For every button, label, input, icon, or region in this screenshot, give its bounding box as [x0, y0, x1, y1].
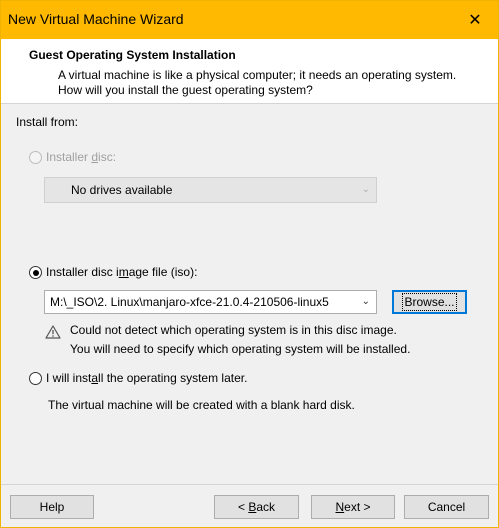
installer-disc-label: Installer disc:	[46, 150, 117, 164]
installer-iso-label: Installer disc image file (iso):	[46, 265, 198, 279]
next-button[interactable]: Next >	[311, 495, 395, 519]
back-button[interactable]: < Back	[214, 495, 299, 519]
window-title: New Virtual Machine Wizard	[8, 11, 184, 27]
chevron-down-icon: ⌄	[361, 295, 370, 307]
install-later-label: I will install the operating system late…	[46, 371, 248, 385]
cancel-button[interactable]: Cancel	[404, 495, 489, 519]
disc-drive-dropdown[interactable]: No drives available ⌄	[44, 177, 377, 203]
page-title: Guest Operating System Installation	[29, 48, 236, 62]
installer-iso-radio[interactable]	[29, 266, 42, 279]
page-description: A virtual machine is like a physical com…	[58, 68, 457, 97]
installer-disc-radio[interactable]	[29, 151, 42, 164]
wizard-body: Install from: Installer disc: No drives …	[1, 104, 498, 484]
warning-line-1: Could not detect which operating system …	[70, 323, 397, 337]
close-button[interactable]: ✕	[452, 1, 498, 39]
install-later-radio[interactable]	[29, 372, 42, 385]
chevron-down-icon: ⌄	[361, 183, 370, 195]
iso-path-value: M:\_ISO\2. Linux\manjaro-xfce-21.0.4-210…	[50, 295, 329, 309]
disc-drive-value: No drives available	[71, 183, 173, 197]
install-later-description: The virtual machine will be created with…	[48, 398, 355, 412]
footer-divider	[1, 484, 498, 485]
title-bar: New Virtual Machine Wizard ✕	[1, 1, 498, 39]
warning-icon	[45, 325, 61, 339]
iso-path-combobox[interactable]: M:\_ISO\2. Linux\manjaro-xfce-21.0.4-210…	[44, 290, 377, 314]
close-icon: ✕	[468, 12, 482, 29]
install-from-label: Install from:	[16, 115, 79, 129]
warning-line-2: You will need to specify which operating…	[70, 342, 411, 356]
help-button[interactable]: Help	[10, 495, 94, 519]
browse-button[interactable]: Browse...	[392, 290, 467, 314]
wizard-window: New Virtual Machine Wizard ✕ Guest Opera…	[0, 0, 499, 528]
wizard-header: Guest Operating System Installation A vi…	[1, 39, 498, 104]
